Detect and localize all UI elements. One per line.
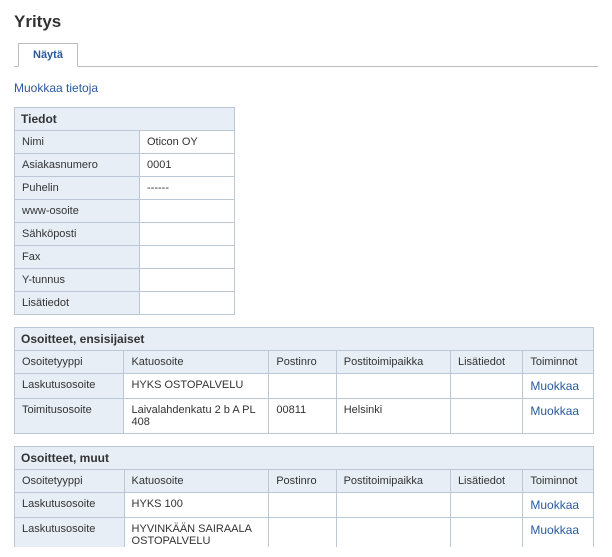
col-extra: Lisätiedot	[451, 351, 523, 374]
address-type: Laskutusosoite	[15, 493, 125, 518]
addresses-other-caption: Osoitteet, muut	[14, 446, 594, 469]
col-post: Postinro	[269, 470, 336, 493]
address-city	[336, 374, 450, 399]
info-label: Y-tunnus	[15, 269, 140, 292]
address-type: Toimitusosoite	[15, 399, 124, 434]
col-type: Osoitetyyppi	[15, 470, 125, 493]
info-row: Asiakasnumero0001	[15, 154, 235, 177]
info-label: Asiakasnumero	[15, 154, 140, 177]
table-row: LaskutusosoiteHYKS 100 Muokkaa	[15, 493, 594, 518]
addresses-primary-caption: Osoitteet, ensisijaiset	[14, 327, 594, 350]
col-post: Postinro	[269, 351, 336, 374]
info-row: Puhelin------	[15, 177, 235, 200]
address-street: HYKS 100	[124, 493, 269, 518]
address-post	[269, 493, 336, 518]
address-city	[336, 493, 450, 518]
info-label: Puhelin	[15, 177, 140, 200]
col-street: Katuosoite	[124, 470, 269, 493]
address-street: HYKS OSTOPALVELU	[124, 374, 269, 399]
edit-address-link[interactable]: Muokkaa	[530, 498, 579, 512]
address-street: HYVINKÄÄN SAIRAALA OSTOPALVELU	[124, 518, 269, 548]
info-label: Sähköposti	[15, 223, 140, 246]
page-title: Yritys	[14, 12, 598, 32]
address-post	[269, 518, 336, 548]
table-row: LaskutusosoiteHYKS OSTOPALVELU Muokkaa	[15, 374, 594, 399]
info-value	[140, 292, 235, 315]
info-label: www-osoite	[15, 200, 140, 223]
address-post	[269, 374, 336, 399]
tabs: Näytä	[14, 42, 598, 67]
col-street: Katuosoite	[124, 351, 269, 374]
info-row: Fax	[15, 246, 235, 269]
col-act: Toiminnot	[523, 351, 594, 374]
address-city	[336, 518, 450, 548]
col-type: Osoitetyyppi	[15, 351, 124, 374]
address-street: Laivalahdenkatu 2 b A PL 408	[124, 399, 269, 434]
col-city: Postitoimipaikka	[336, 470, 450, 493]
info-label: Fax	[15, 246, 140, 269]
addresses-other-table: Osoitteet, muut Osoitetyyppi Katuosoite …	[14, 446, 594, 547]
edit-address-link[interactable]: Muokkaa	[530, 379, 579, 393]
info-value	[140, 200, 235, 223]
info-value: ------	[140, 177, 235, 200]
info-caption: Tiedot	[14, 107, 235, 130]
address-actions: Muokkaa	[523, 374, 594, 399]
info-row: Sähköposti	[15, 223, 235, 246]
info-row: NimiOticon OY	[15, 131, 235, 154]
address-city: Helsinki	[336, 399, 450, 434]
address-post: 00811	[269, 399, 336, 434]
table-row: ToimitusosoiteLaivalahdenkatu 2 b A PL 4…	[15, 399, 594, 434]
edit-info-link[interactable]: Muokkaa tietoja	[14, 81, 98, 95]
address-type: Laskutusosoite	[15, 374, 124, 399]
info-row: www-osoite	[15, 200, 235, 223]
tab-view[interactable]: Näytä	[18, 43, 78, 67]
edit-address-link[interactable]: Muokkaa	[530, 523, 579, 537]
edit-address-link[interactable]: Muokkaa	[530, 404, 579, 418]
info-label: Nimi	[15, 131, 140, 154]
info-label: Lisätiedot	[15, 292, 140, 315]
address-actions: Muokkaa	[523, 399, 594, 434]
info-value	[140, 269, 235, 292]
addresses-primary-table: Osoitteet, ensisijaiset Osoitetyyppi Kat…	[14, 327, 594, 434]
col-extra: Lisätiedot	[450, 470, 522, 493]
info-value: Oticon OY	[140, 131, 235, 154]
info-value	[140, 223, 235, 246]
col-city: Postitoimipaikka	[336, 351, 450, 374]
address-extra	[450, 518, 522, 548]
address-type: Laskutusosoite	[15, 518, 125, 548]
address-extra	[451, 399, 523, 434]
table-row: LaskutusosoiteHYVINKÄÄN SAIRAALA OSTOPAL…	[15, 518, 594, 548]
col-act: Toiminnot	[523, 470, 594, 493]
info-table: Tiedot NimiOticon OYAsiakasnumero0001Puh…	[14, 107, 235, 315]
address-actions: Muokkaa	[523, 493, 594, 518]
address-extra	[451, 374, 523, 399]
address-extra	[450, 493, 522, 518]
info-row: Lisätiedot	[15, 292, 235, 315]
info-row: Y-tunnus	[15, 269, 235, 292]
info-value	[140, 246, 235, 269]
address-actions: Muokkaa	[523, 518, 594, 548]
info-value: 0001	[140, 154, 235, 177]
